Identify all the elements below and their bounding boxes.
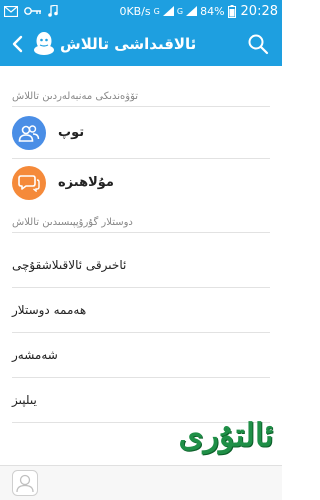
- battery-percent: 84%: [200, 4, 225, 18]
- group-icon-circle: [12, 116, 46, 150]
- bottom-bar: [0, 465, 282, 500]
- signal-2-label: G: [176, 6, 184, 16]
- signal-icon: [162, 6, 174, 16]
- network-speed: 0KB/s: [119, 4, 151, 18]
- section-header-label: تۆۋەندىكى مەنبەلەردىن تاللاش: [12, 90, 139, 102]
- chat-bubble-icon: [18, 175, 40, 192]
- clock: 20:28: [240, 3, 278, 19]
- signal-1-label: G: [153, 6, 160, 16]
- app-bar: ئالاقىداشى تاللاش: [0, 22, 282, 66]
- back-icon[interactable]: [8, 34, 28, 54]
- list-item-all-friends[interactable]: ھەممە دوستلار: [12, 288, 270, 332]
- discussion-icon-circle: [12, 166, 46, 200]
- list-item-recent-contacts[interactable]: ئاخىرقى ئالاقىلاشقۇچى: [12, 243, 270, 287]
- page-title: ئالاقىداشى تاللاش: [60, 35, 197, 53]
- group-icon: [18, 125, 40, 142]
- music-icon: [48, 5, 58, 17]
- list-item-discussion[interactable]: مۇلاھىزە: [0, 160, 282, 206]
- signal-icon-2: [186, 6, 198, 16]
- qq-logo-icon: [34, 32, 54, 55]
- status-right-info: 0KB/s G G 84% 20:28: [119, 0, 278, 22]
- list-item-group[interactable]: توپ: [0, 110, 282, 156]
- status-bar: 0KB/s G G 84% 20:28: [0, 0, 282, 22]
- watermark-logo: ئالتۇرى: [176, 394, 276, 476]
- default-avatar-icon[interactable]: [12, 470, 38, 496]
- section-header-sources: تۆۋەندىكى مەنبەلەردىن تاللاش: [12, 86, 270, 107]
- list-item-group-shamshar[interactable]: شەمشەر: [12, 333, 270, 377]
- key-icon: [24, 7, 41, 15]
- section-header-friends: دوستلار گۇرۇپپىسىدىن تاللاش: [12, 212, 270, 233]
- divider: [12, 158, 270, 159]
- email-notification-icon: [4, 5, 18, 17]
- watermark-text: ئالتۇرى: [178, 416, 274, 454]
- battery-icon: [227, 4, 236, 18]
- section-header-label: دوستلار گۇرۇپپىسىدىن تاللاش: [12, 216, 133, 228]
- search-icon[interactable]: [246, 32, 270, 56]
- list-item-label: مۇلاھىزە: [58, 175, 114, 190]
- list-item-label: توپ: [58, 125, 85, 140]
- status-left-icons: [4, 3, 58, 19]
